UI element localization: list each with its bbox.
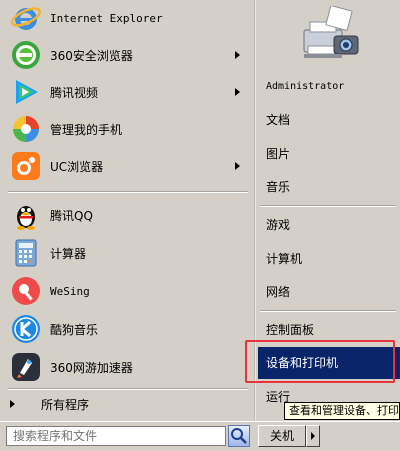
program-wesing[interactable]: WeSing [6, 273, 250, 309]
kugou-music-icon [10, 313, 42, 345]
program-label: 管理我的手机 [50, 122, 123, 137]
separator [8, 388, 248, 390]
all-programs-label: 所有程序 [41, 397, 90, 412]
program-calculator[interactable]: 计算器 [6, 235, 250, 271]
separator [8, 191, 248, 193]
program-kugou-music[interactable]: 酷狗音乐 [6, 311, 250, 347]
printer-camera-icon [298, 5, 362, 64]
program-label: UC浏览器 [50, 159, 104, 174]
devices-and-printers-link[interactable]: 设备和打印机 [258, 347, 400, 379]
program-phone-manager[interactable]: 管理我的手机 [6, 111, 250, 147]
program-360-game-accelerator[interactable]: 360网游加速器 [6, 349, 250, 385]
internet-explorer-icon [10, 2, 42, 34]
qq-penguin-icon [10, 199, 42, 231]
places-pane: Administrator 文档 图片 音乐 游戏 计算机 网络 控制面板 设备… [256, 0, 400, 421]
start-menu: Internet Explorer 360安全浏览器 腾讯视频 管理我的手机 U… [0, 0, 400, 451]
program-label: 360网游加速器 [50, 360, 133, 375]
games-link[interactable]: 游戏 [264, 212, 396, 238]
submenu-arrow-icon [235, 88, 240, 96]
program-label: 腾讯QQ [50, 208, 93, 223]
bottom-bar: 关机 [0, 421, 400, 451]
program-internet-explorer[interactable]: Internet Explorer [6, 0, 250, 36]
magnifier-icon [231, 428, 247, 444]
wesing-icon [10, 275, 42, 307]
program-list-pane: Internet Explorer 360安全浏览器 腾讯视频 管理我的手机 U… [0, 0, 254, 419]
uc-browser-icon [10, 150, 42, 182]
program-label: 360安全浏览器 [50, 48, 133, 63]
pictures-link[interactable]: 图片 [264, 141, 396, 167]
360-browser-icon [10, 39, 42, 71]
program-360-browser[interactable]: 360安全浏览器 [6, 37, 250, 73]
submenu-arrow-icon [235, 162, 240, 170]
expand-arrow-icon [10, 400, 15, 408]
program-label: 计算器 [50, 246, 87, 261]
separator [260, 205, 396, 207]
calculator-icon [10, 237, 42, 269]
user-folder-link[interactable]: Administrator [264, 74, 396, 100]
shutdown-button[interactable]: 关机 [258, 425, 306, 447]
tencent-video-icon [10, 76, 42, 108]
search-button[interactable] [228, 425, 250, 447]
network-link[interactable]: 网络 [264, 279, 396, 305]
music-link[interactable]: 音乐 [264, 174, 396, 200]
program-label: WeSing [50, 284, 90, 298]
separator [260, 310, 396, 312]
tooltip: 查看和管理设备、打印机 [284, 402, 400, 420]
control-panel-link[interactable]: 控制面板 [264, 317, 396, 343]
all-programs-button[interactable]: 所有程序 [6, 393, 250, 415]
computer-link[interactable]: 计算机 [264, 246, 396, 272]
program-tencent-video[interactable]: 腾讯视频 [6, 74, 250, 110]
program-label: Internet Explorer [50, 11, 163, 25]
program-label: 酷狗音乐 [50, 322, 99, 337]
360-game-accelerator-icon [10, 351, 42, 383]
program-qq[interactable]: 腾讯QQ [6, 197, 250, 233]
program-uc-browser[interactable]: UC浏览器 [6, 148, 250, 184]
phone-manager-icon [10, 113, 42, 145]
search-input[interactable] [6, 426, 226, 446]
submenu-arrow-icon [235, 51, 240, 59]
program-label: 腾讯视频 [50, 85, 99, 100]
documents-link[interactable]: 文档 [264, 107, 396, 133]
shutdown-options-button[interactable] [306, 425, 320, 447]
